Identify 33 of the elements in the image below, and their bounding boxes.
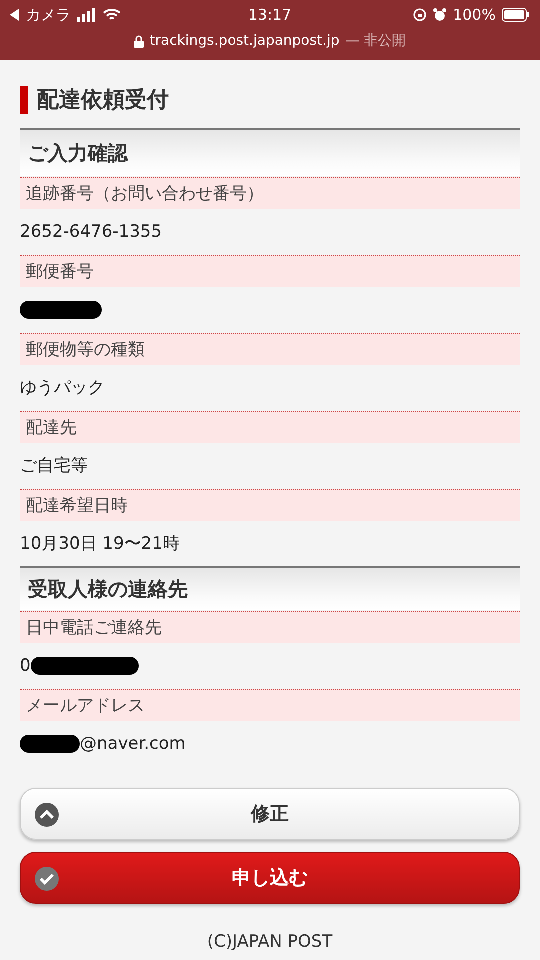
wifi-icon xyxy=(103,8,121,22)
back-icon[interactable] xyxy=(10,9,20,21)
field-value: 0 xyxy=(20,656,31,676)
chevron-up-icon xyxy=(35,803,59,827)
field-label: メールアドレス xyxy=(20,689,520,721)
lock-icon xyxy=(134,34,144,48)
field-value: 10月30日 19〜21時 xyxy=(20,533,180,555)
check-icon xyxy=(35,867,59,891)
submit-button[interactable]: 申し込む xyxy=(20,852,520,904)
title-accent-bar xyxy=(20,86,28,114)
battery-icon xyxy=(502,8,530,22)
field-label: 郵便物等の種類 xyxy=(20,333,520,365)
field-value: @naver.com xyxy=(80,734,186,754)
rotation-lock-icon xyxy=(413,8,428,22)
page-url[interactable]: trackings.post.japanpost.jp xyxy=(150,33,340,49)
field-value: ご自宅等 xyxy=(20,455,88,477)
section-heading: 受取人様の連絡先 xyxy=(20,566,520,610)
field-label: 配達希望日時 xyxy=(20,489,520,521)
field-label: 日中電話ご連絡先 xyxy=(20,611,520,643)
privacy-label: — 非公開 xyxy=(346,32,406,50)
field-label: 郵便番号 xyxy=(20,255,520,287)
battery-percent: 100% xyxy=(453,6,496,24)
edit-button[interactable]: 修正 xyxy=(20,788,520,840)
field-value: ゆうパック xyxy=(20,377,105,399)
clock-time: 13:17 xyxy=(248,6,292,24)
field-label: 配達先 xyxy=(20,411,520,443)
back-app-label[interactable]: カメラ xyxy=(26,6,71,24)
section-heading: ご入力確認 xyxy=(20,128,520,176)
copyright-text: (C)JAPAN POST xyxy=(206,932,334,952)
field-label: 追跡番号（お問い合わせ番号） xyxy=(20,177,520,209)
page-title: 配達依頼受付 xyxy=(37,87,169,115)
signal-icon xyxy=(77,8,97,22)
field-value: 2652-6476-1355 xyxy=(20,222,162,242)
